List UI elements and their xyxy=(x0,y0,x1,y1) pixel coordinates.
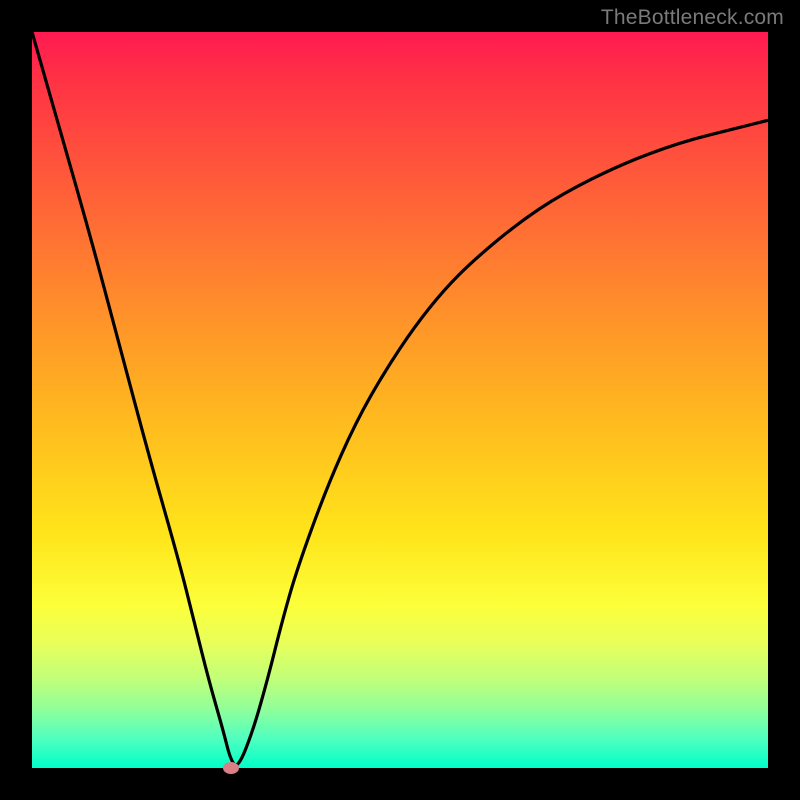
chart-frame: TheBottleneck.com xyxy=(0,0,800,800)
plot-area xyxy=(32,32,768,768)
watermark-text: TheBottleneck.com xyxy=(601,6,784,30)
optimal-marker xyxy=(223,762,239,774)
bottleneck-curve xyxy=(32,32,768,768)
